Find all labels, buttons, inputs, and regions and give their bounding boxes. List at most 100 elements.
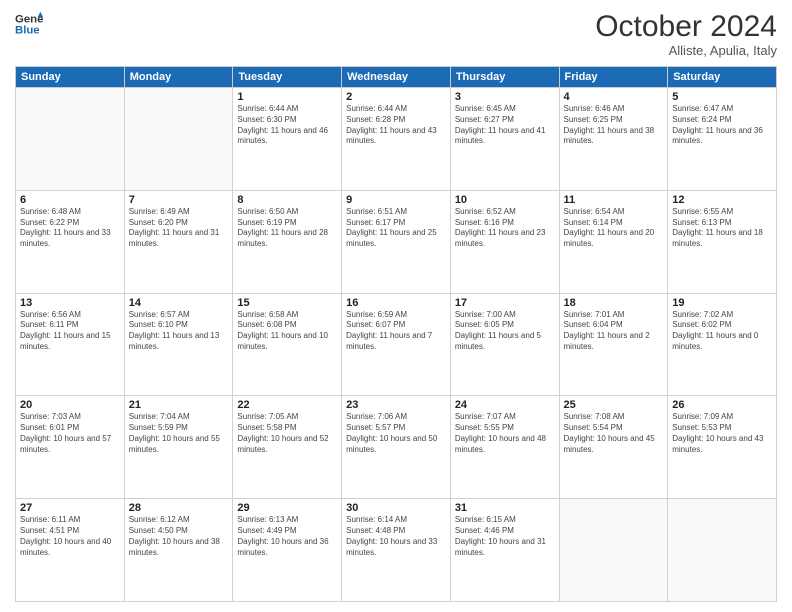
calendar-cell: 16Sunrise: 6:59 AMSunset: 6:07 PMDayligh… — [342, 293, 451, 396]
calendar-cell: 18Sunrise: 7:01 AMSunset: 6:04 PMDayligh… — [559, 293, 668, 396]
day-info: Sunrise: 7:08 AMSunset: 5:54 PMDaylight:… — [564, 412, 664, 455]
day-info: Sunrise: 7:01 AMSunset: 6:04 PMDaylight:… — [564, 310, 664, 353]
day-number: 23 — [346, 399, 446, 411]
day-number: 30 — [346, 502, 446, 514]
day-info: Sunrise: 6:56 AMSunset: 6:11 PMDaylight:… — [20, 310, 120, 353]
weekday-header-saturday: Saturday — [668, 67, 777, 88]
day-info: Sunrise: 6:59 AMSunset: 6:07 PMDaylight:… — [346, 310, 446, 353]
day-info: Sunrise: 7:02 AMSunset: 6:02 PMDaylight:… — [672, 310, 772, 353]
logo: General Blue — [15, 10, 43, 38]
day-number: 17 — [455, 297, 555, 309]
day-info: Sunrise: 6:52 AMSunset: 6:16 PMDaylight:… — [455, 207, 555, 250]
month-title: October 2024 — [595, 10, 777, 43]
calendar-cell: 25Sunrise: 7:08 AMSunset: 5:54 PMDayligh… — [559, 396, 668, 499]
day-info: Sunrise: 6:57 AMSunset: 6:10 PMDaylight:… — [129, 310, 229, 353]
weekday-header-wednesday: Wednesday — [342, 67, 451, 88]
day-number: 8 — [237, 194, 337, 206]
calendar-cell: 21Sunrise: 7:04 AMSunset: 5:59 PMDayligh… — [124, 396, 233, 499]
day-info: Sunrise: 7:09 AMSunset: 5:53 PMDaylight:… — [672, 412, 772, 455]
day-number: 3 — [455, 91, 555, 103]
calendar-cell: 19Sunrise: 7:02 AMSunset: 6:02 PMDayligh… — [668, 293, 777, 396]
day-number: 6 — [20, 194, 120, 206]
day-info: Sunrise: 6:15 AMSunset: 4:46 PMDaylight:… — [455, 515, 555, 558]
day-number: 18 — [564, 297, 664, 309]
day-info: Sunrise: 6:48 AMSunset: 6:22 PMDaylight:… — [20, 207, 120, 250]
calendar-cell: 9Sunrise: 6:51 AMSunset: 6:17 PMDaylight… — [342, 190, 451, 293]
day-info: Sunrise: 7:00 AMSunset: 6:05 PMDaylight:… — [455, 310, 555, 353]
day-number: 31 — [455, 502, 555, 514]
day-info: Sunrise: 7:06 AMSunset: 5:57 PMDaylight:… — [346, 412, 446, 455]
calendar-cell: 11Sunrise: 6:54 AMSunset: 6:14 PMDayligh… — [559, 190, 668, 293]
calendar-cell: 1Sunrise: 6:44 AMSunset: 6:30 PMDaylight… — [233, 88, 342, 191]
day-info: Sunrise: 6:54 AMSunset: 6:14 PMDaylight:… — [564, 207, 664, 250]
day-number: 21 — [129, 399, 229, 411]
calendar-cell — [16, 88, 125, 191]
day-number: 24 — [455, 399, 555, 411]
day-info: Sunrise: 6:47 AMSunset: 6:24 PMDaylight:… — [672, 104, 772, 147]
calendar-cell: 8Sunrise: 6:50 AMSunset: 6:19 PMDaylight… — [233, 190, 342, 293]
day-info: Sunrise: 6:49 AMSunset: 6:20 PMDaylight:… — [129, 207, 229, 250]
calendar-cell: 24Sunrise: 7:07 AMSunset: 5:55 PMDayligh… — [450, 396, 559, 499]
calendar-cell: 7Sunrise: 6:49 AMSunset: 6:20 PMDaylight… — [124, 190, 233, 293]
day-number: 15 — [237, 297, 337, 309]
calendar-cell: 2Sunrise: 6:44 AMSunset: 6:28 PMDaylight… — [342, 88, 451, 191]
svg-text:Blue: Blue — [15, 25, 40, 37]
calendar-cell: 10Sunrise: 6:52 AMSunset: 6:16 PMDayligh… — [450, 190, 559, 293]
calendar-cell: 5Sunrise: 6:47 AMSunset: 6:24 PMDaylight… — [668, 88, 777, 191]
day-info: Sunrise: 6:50 AMSunset: 6:19 PMDaylight:… — [237, 207, 337, 250]
day-info: Sunrise: 6:44 AMSunset: 6:30 PMDaylight:… — [237, 104, 337, 147]
day-info: Sunrise: 6:55 AMSunset: 6:13 PMDaylight:… — [672, 207, 772, 250]
calendar-cell — [124, 88, 233, 191]
calendar-cell: 12Sunrise: 6:55 AMSunset: 6:13 PMDayligh… — [668, 190, 777, 293]
day-number: 16 — [346, 297, 446, 309]
weekday-header-tuesday: Tuesday — [233, 67, 342, 88]
header: General Blue October 2024 Alliste, Apuli… — [15, 10, 777, 58]
calendar-cell: 4Sunrise: 6:46 AMSunset: 6:25 PMDaylight… — [559, 88, 668, 191]
calendar-cell: 13Sunrise: 6:56 AMSunset: 6:11 PMDayligh… — [16, 293, 125, 396]
day-number: 25 — [564, 399, 664, 411]
day-number: 29 — [237, 502, 337, 514]
day-info: Sunrise: 7:04 AMSunset: 5:59 PMDaylight:… — [129, 412, 229, 455]
calendar-cell: 23Sunrise: 7:06 AMSunset: 5:57 PMDayligh… — [342, 396, 451, 499]
day-info: Sunrise: 6:58 AMSunset: 6:08 PMDaylight:… — [237, 310, 337, 353]
location-subtitle: Alliste, Apulia, Italy — [595, 43, 777, 58]
day-number: 12 — [672, 194, 772, 206]
day-number: 22 — [237, 399, 337, 411]
day-info: Sunrise: 6:51 AMSunset: 6:17 PMDaylight:… — [346, 207, 446, 250]
day-number: 7 — [129, 194, 229, 206]
day-info: Sunrise: 6:11 AMSunset: 4:51 PMDaylight:… — [20, 515, 120, 558]
day-number: 27 — [20, 502, 120, 514]
day-info: Sunrise: 7:03 AMSunset: 6:01 PMDaylight:… — [20, 412, 120, 455]
day-number: 1 — [237, 91, 337, 103]
logo-icon: General Blue — [15, 10, 43, 38]
day-number: 28 — [129, 502, 229, 514]
day-info: Sunrise: 6:14 AMSunset: 4:48 PMDaylight:… — [346, 515, 446, 558]
page: General Blue October 2024 Alliste, Apuli… — [0, 0, 792, 612]
day-info: Sunrise: 7:05 AMSunset: 5:58 PMDaylight:… — [237, 412, 337, 455]
day-number: 11 — [564, 194, 664, 206]
calendar-cell: 20Sunrise: 7:03 AMSunset: 6:01 PMDayligh… — [16, 396, 125, 499]
weekday-header-sunday: Sunday — [16, 67, 125, 88]
day-number: 2 — [346, 91, 446, 103]
calendar-cell: 22Sunrise: 7:05 AMSunset: 5:58 PMDayligh… — [233, 396, 342, 499]
calendar-cell: 31Sunrise: 6:15 AMSunset: 4:46 PMDayligh… — [450, 499, 559, 602]
day-info: Sunrise: 6:46 AMSunset: 6:25 PMDaylight:… — [564, 104, 664, 147]
calendar-table: SundayMondayTuesdayWednesdayThursdayFrid… — [15, 66, 777, 602]
day-number: 20 — [20, 399, 120, 411]
day-info: Sunrise: 7:07 AMSunset: 5:55 PMDaylight:… — [455, 412, 555, 455]
calendar-cell: 15Sunrise: 6:58 AMSunset: 6:08 PMDayligh… — [233, 293, 342, 396]
weekday-header-thursday: Thursday — [450, 67, 559, 88]
day-number: 26 — [672, 399, 772, 411]
day-info: Sunrise: 6:44 AMSunset: 6:28 PMDaylight:… — [346, 104, 446, 147]
calendar-cell: 14Sunrise: 6:57 AMSunset: 6:10 PMDayligh… — [124, 293, 233, 396]
title-block: October 2024 Alliste, Apulia, Italy — [595, 10, 777, 58]
calendar-cell: 29Sunrise: 6:13 AMSunset: 4:49 PMDayligh… — [233, 499, 342, 602]
weekday-header-friday: Friday — [559, 67, 668, 88]
calendar-cell — [668, 499, 777, 602]
weekday-header-monday: Monday — [124, 67, 233, 88]
calendar-cell — [559, 499, 668, 602]
calendar-cell: 17Sunrise: 7:00 AMSunset: 6:05 PMDayligh… — [450, 293, 559, 396]
calendar-cell: 30Sunrise: 6:14 AMSunset: 4:48 PMDayligh… — [342, 499, 451, 602]
calendar-cell: 26Sunrise: 7:09 AMSunset: 5:53 PMDayligh… — [668, 396, 777, 499]
day-info: Sunrise: 6:12 AMSunset: 4:50 PMDaylight:… — [129, 515, 229, 558]
